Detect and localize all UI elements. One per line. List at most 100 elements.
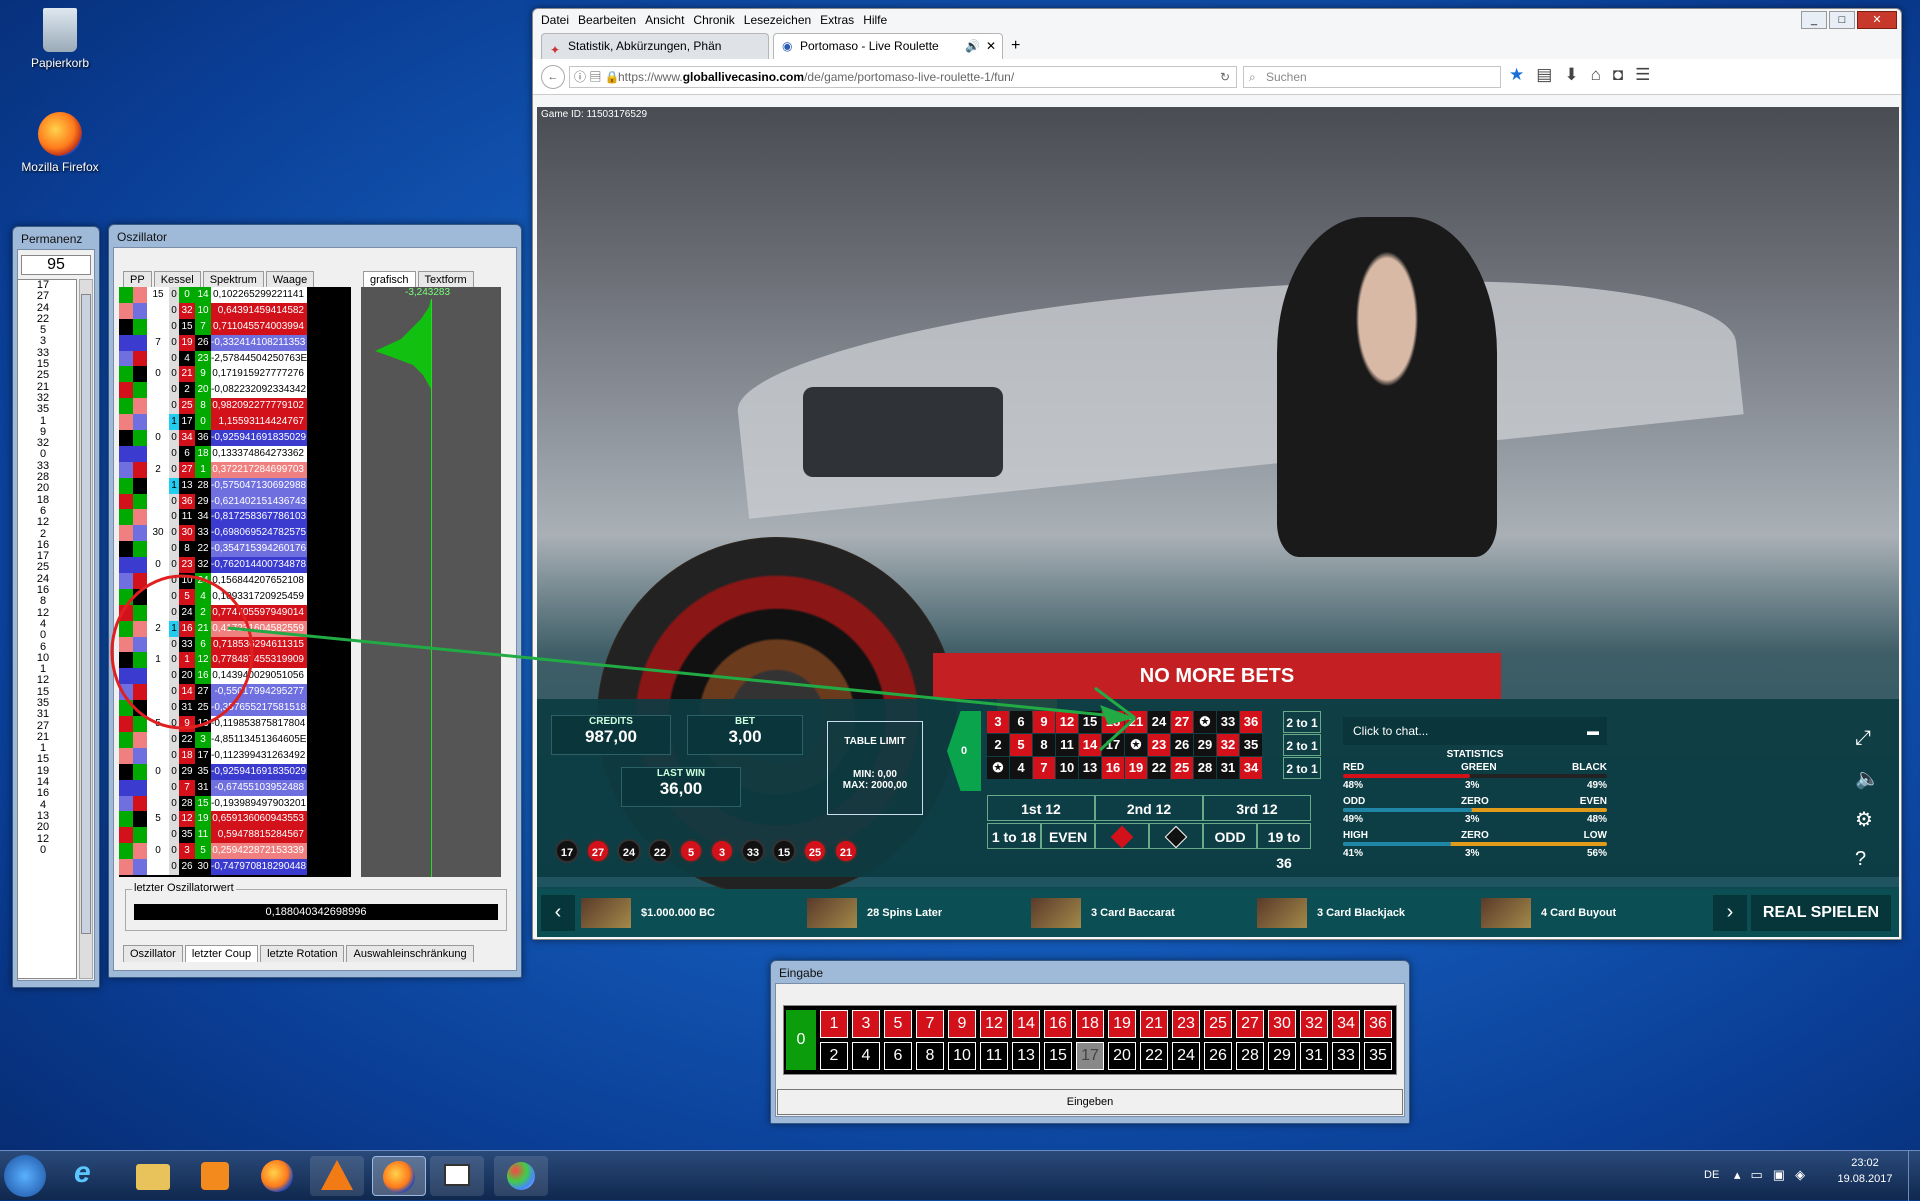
menu-item[interactable]: Datei	[541, 9, 569, 31]
eingabe-number[interactable]: 22	[1140, 1042, 1168, 1070]
number-cell[interactable]: 22	[1148, 757, 1170, 779]
number-cell[interactable]: 7	[1033, 757, 1055, 779]
new-tab-button[interactable]: +	[1011, 37, 1020, 55]
help-icon[interactable]: ?	[1855, 848, 1880, 871]
number-cell[interactable]: 33	[1217, 711, 1239, 733]
eingabe-number[interactable]: 33	[1332, 1042, 1360, 1070]
eingabe-number[interactable]: 1	[820, 1010, 848, 1038]
number-cell-marked[interactable]: ✪	[1125, 734, 1147, 756]
chat-box[interactable]: Click to chat... ▬	[1343, 717, 1607, 745]
tab-statistik[interactable]: ✦ Statistik, Abkürzungen, Phän	[541, 33, 769, 59]
permanenz-item[interactable]: 25	[18, 370, 68, 382]
number-cell[interactable]: 34	[1240, 757, 1262, 779]
dozen-3[interactable]: 3rd 12	[1203, 795, 1311, 821]
number-cell[interactable]: 10	[1056, 757, 1078, 779]
number-cell[interactable]: 36	[1240, 711, 1262, 733]
eingabe-number[interactable]: 10	[948, 1042, 976, 1070]
chat-send-icon[interactable]: ▬	[1587, 717, 1599, 745]
dozen-1[interactable]: 1st 12	[987, 795, 1095, 821]
taskbar-firefox-active[interactable]	[372, 1156, 426, 1196]
menu-item[interactable]: Extras	[820, 9, 854, 31]
permanenz-item[interactable]: 12	[18, 675, 68, 687]
info-icon[interactable]: ⓘ ▤ 🔒	[574, 67, 620, 87]
number-cell[interactable]: 28	[1194, 757, 1216, 779]
eingabe-number[interactable]: 5	[884, 1010, 912, 1038]
number-cell[interactable]: 26	[1171, 734, 1193, 756]
eingabe-number[interactable]: 24	[1172, 1042, 1200, 1070]
number-cell[interactable]: 35	[1240, 734, 1262, 756]
column-bet[interactable]: 2 to 1	[1283, 757, 1321, 779]
eingabe-number[interactable]: 30	[1268, 1010, 1296, 1038]
bookmark-star-icon[interactable]: ★	[1509, 65, 1524, 85]
scrollbar[interactable]	[79, 279, 93, 979]
number-cell[interactable]: 14	[1079, 734, 1101, 756]
number-cell[interactable]: 24	[1148, 711, 1170, 733]
number-cell[interactable]: 15	[1079, 711, 1101, 733]
tab-oszillator[interactable]: Oszillator	[123, 945, 183, 962]
number-cell[interactable]: 13	[1079, 757, 1101, 779]
show-desktop-button[interactable]	[1908, 1151, 1920, 1201]
column-bet[interactable]: 2 to 1	[1283, 711, 1321, 733]
eingabe-number[interactable]: 36	[1364, 1010, 1392, 1038]
url-bar[interactable]: ⓘ ▤ 🔒 https://www.globallivecasino.com/d…	[569, 66, 1237, 88]
fullscreen-icon[interactable]: ⤢	[1855, 727, 1880, 750]
sound-icon[interactable]: 🔈	[1855, 766, 1880, 791]
eingabe-number[interactable]: 25	[1204, 1010, 1232, 1038]
tab-pp[interactable]: PP	[123, 271, 152, 288]
number-cell[interactable]: 2	[987, 734, 1009, 756]
menu-item[interactable]: Chronik	[693, 9, 734, 31]
taskbar-ie[interactable]: e	[62, 1156, 116, 1196]
permanenz-list[interactable]: 17 27 24 22 5 3 33 15 25 21 32 35 1 9 32 0 33 28 20 18 6 12 2 1…	[17, 279, 77, 979]
eingabe-number-selected[interactable]: 17	[1076, 1042, 1104, 1070]
tab-waage[interactable]: Waage	[265, 271, 315, 288]
maximize-button[interactable]: □	[1829, 11, 1855, 29]
carousel-item[interactable]: 28 Spins Later	[807, 897, 942, 929]
eingabe-number[interactable]: 29	[1268, 1042, 1296, 1070]
taskbar-vlc[interactable]	[310, 1156, 364, 1196]
taskbar-media[interactable]	[188, 1156, 242, 1196]
eingabe-number[interactable]: 23	[1172, 1010, 1200, 1038]
number-cell[interactable]: 21	[1125, 711, 1147, 733]
reload-icon[interactable]: ↻	[1220, 67, 1230, 87]
desktop-icon-firefox[interactable]: Mozilla Firefox	[20, 112, 100, 174]
tab-auswahleinschraenkung[interactable]: Auswahleinschränkung	[346, 945, 474, 962]
permanenz-item[interactable]: 8	[18, 596, 68, 608]
tab-grafisch[interactable]: grafisch	[363, 271, 416, 288]
number-cell[interactable]: 4	[1010, 757, 1032, 779]
bet-red[interactable]	[1095, 823, 1149, 849]
eingabe-number[interactable]: 11	[980, 1042, 1008, 1070]
eingabe-number[interactable]: 35	[1364, 1042, 1392, 1070]
eingabe-number[interactable]: 4	[852, 1042, 880, 1070]
permanenz-item[interactable]: 27	[18, 290, 68, 302]
carousel-item[interactable]: 3 Card Blackjack	[1257, 897, 1405, 929]
tab-letzte-rotation[interactable]: letzte Rotation	[260, 945, 345, 962]
taskbar-explorer[interactable]	[126, 1156, 180, 1196]
number-cell[interactable]: 3	[987, 711, 1009, 733]
eingabe-zero[interactable]: 0	[786, 1010, 816, 1070]
minimize-button[interactable]: _	[1801, 11, 1827, 29]
permanenz-item[interactable]: 20	[18, 483, 68, 495]
eingabe-number[interactable]: 18	[1076, 1010, 1104, 1038]
eingabe-number[interactable]: 28	[1236, 1042, 1264, 1070]
number-cell[interactable]: 31	[1217, 757, 1239, 779]
tab-textform[interactable]: Textform	[417, 271, 474, 288]
dozen-2[interactable]: 2nd 12	[1095, 795, 1203, 821]
carousel-prev-button[interactable]: ‹	[541, 895, 575, 931]
language-indicator[interactable]: DE	[1704, 1169, 1719, 1181]
menu-icon[interactable]: ☰	[1635, 65, 1650, 85]
taskbar-app[interactable]	[430, 1156, 484, 1196]
number-cell[interactable]: 5	[1010, 734, 1032, 756]
permanenz-item[interactable]: 20	[18, 821, 68, 833]
eingabe-number[interactable]: 8	[916, 1042, 944, 1070]
number-cell[interactable]: 25	[1171, 757, 1193, 779]
number-cell[interactable]: 18	[1102, 711, 1124, 733]
number-cell[interactable]: 32	[1217, 734, 1239, 756]
taskbar-firefox[interactable]	[250, 1156, 304, 1196]
number-cell[interactable]: 17	[1102, 734, 1124, 756]
eingabe-number[interactable]: 34	[1332, 1010, 1360, 1038]
bet-odd[interactable]: ODD	[1203, 823, 1257, 849]
start-button[interactable]	[4, 1155, 46, 1197]
bookmarks-list-icon[interactable]: ▤	[1536, 65, 1552, 85]
number-cell[interactable]: 8	[1033, 734, 1055, 756]
eingabe-number[interactable]: 12	[980, 1010, 1008, 1038]
